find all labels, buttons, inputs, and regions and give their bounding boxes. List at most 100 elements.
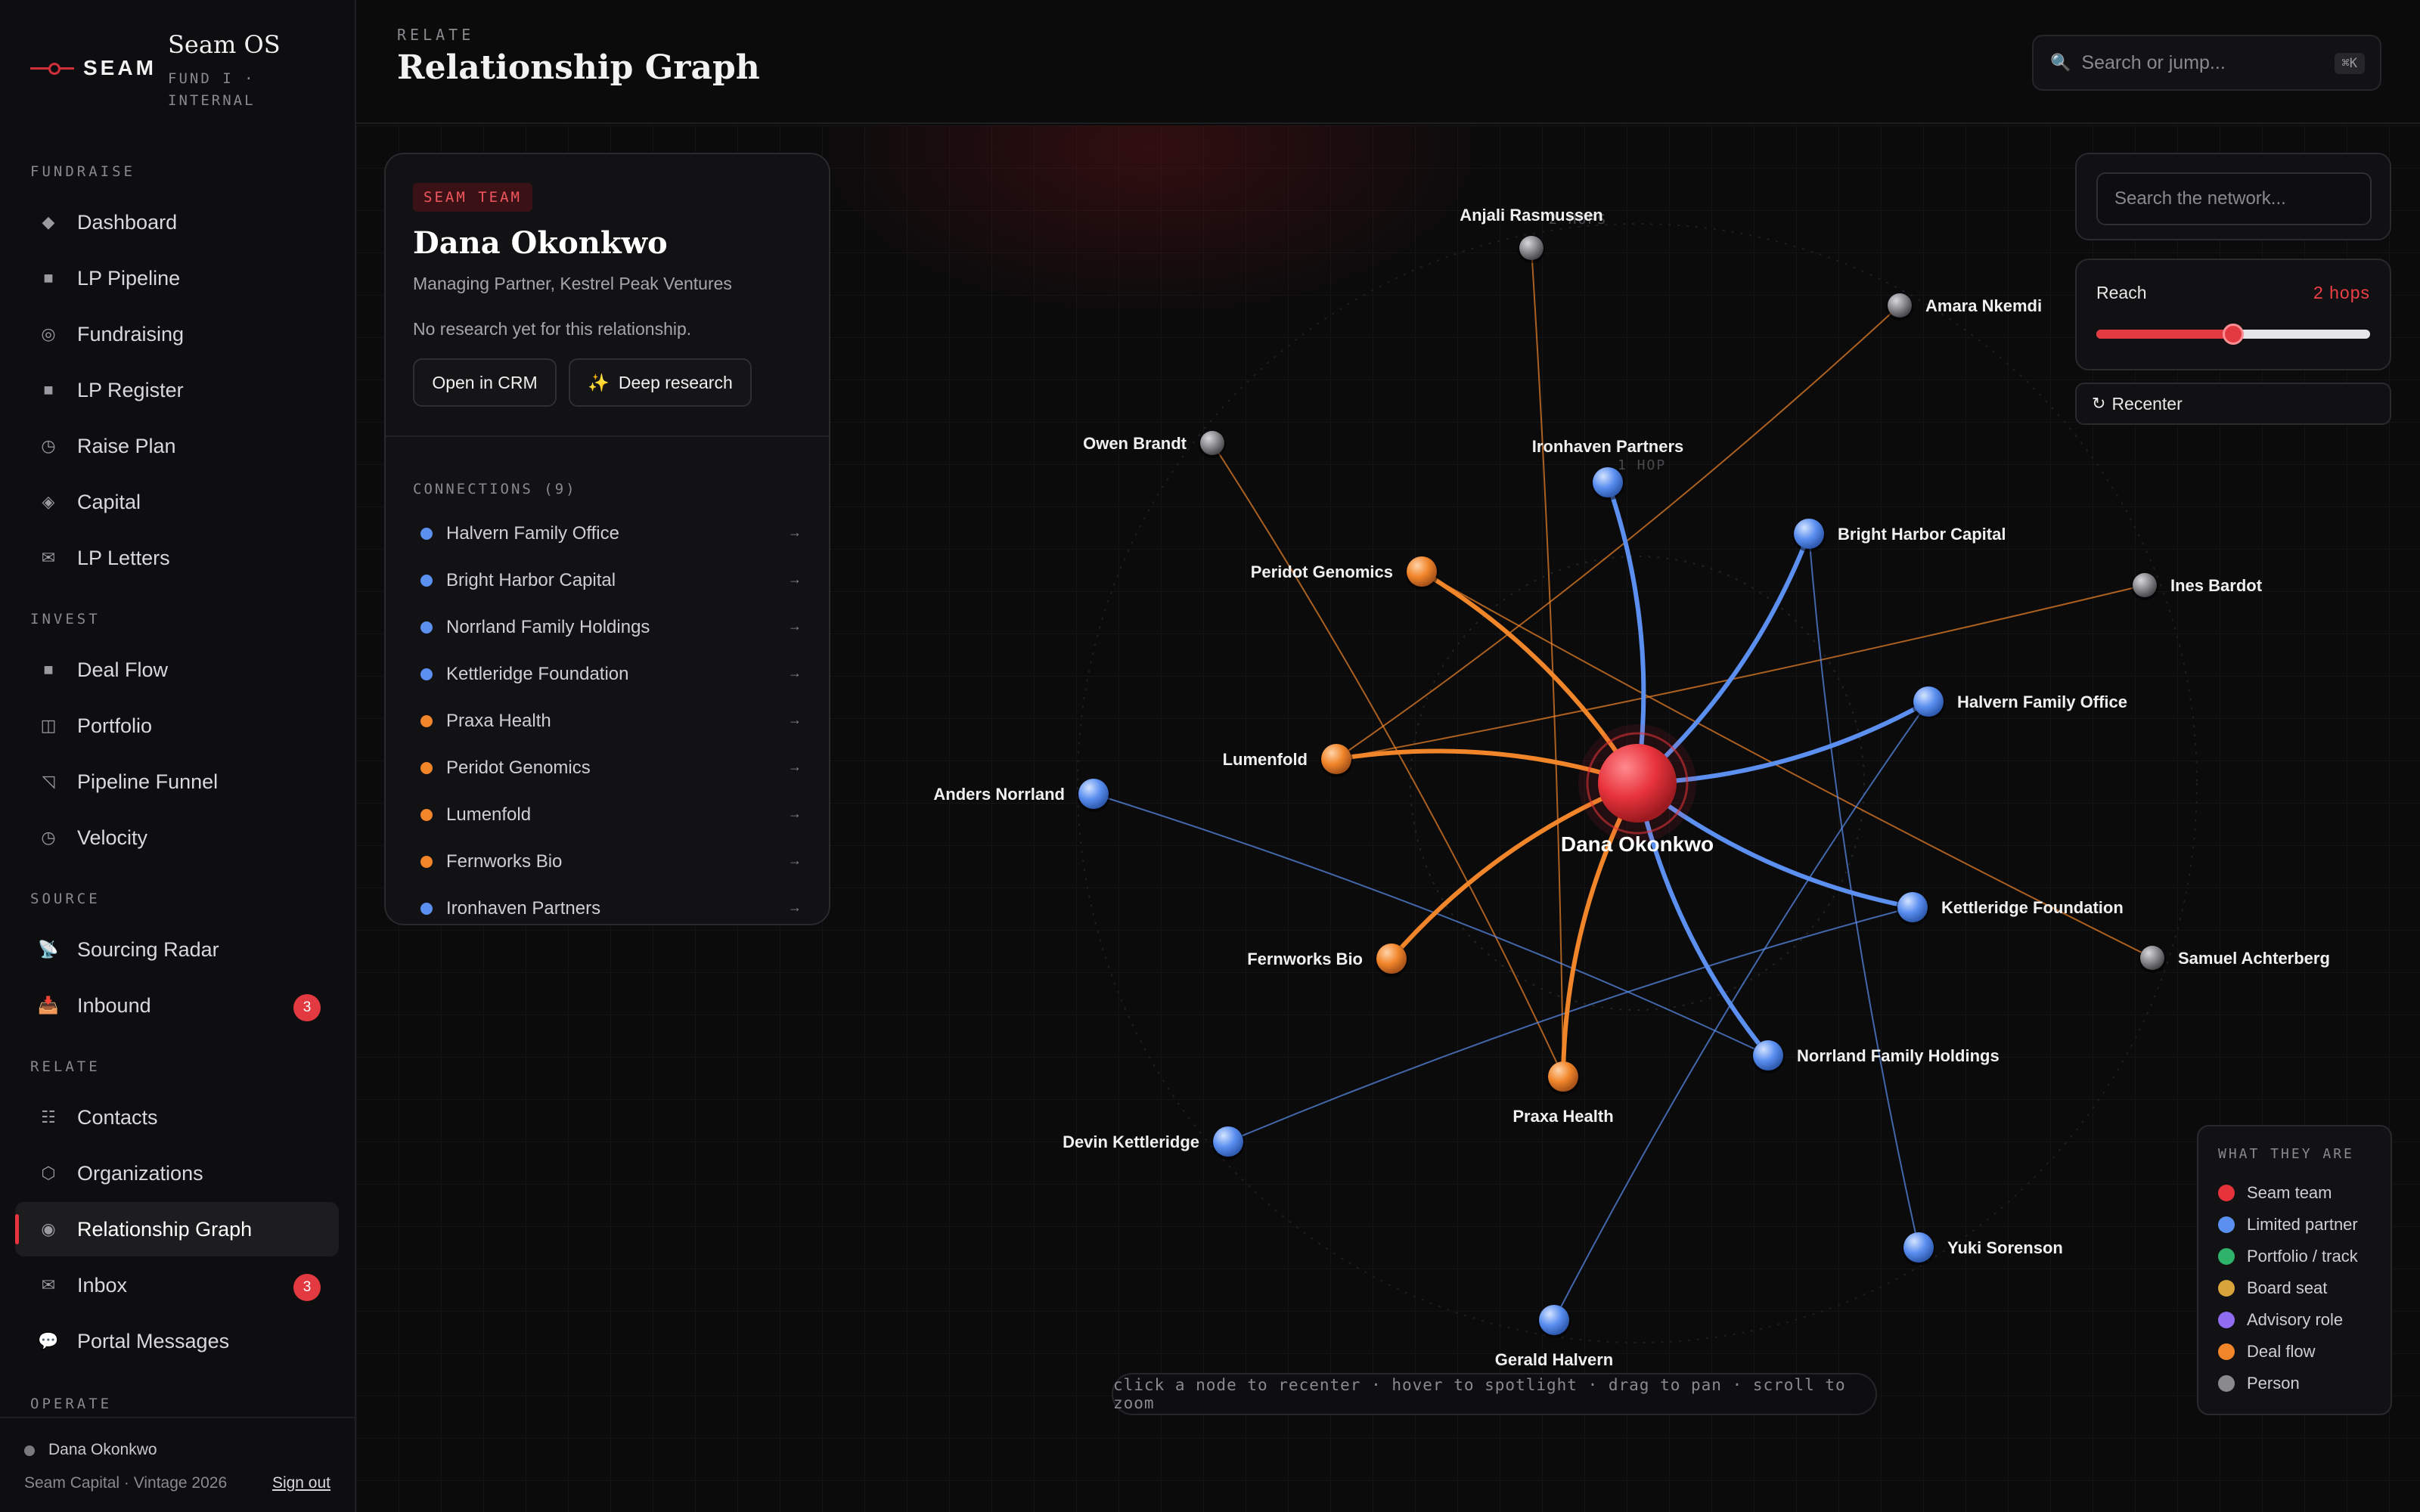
connection-label: Halvern Family Office xyxy=(446,523,619,544)
graph-node[interactable]: Halvern Family Office xyxy=(1912,686,2127,720)
connection-type-dot xyxy=(420,621,433,634)
open-in-crm-button[interactable]: Open in CRM xyxy=(413,358,557,407)
connection-item[interactable]: Kettleridge Foundation → xyxy=(413,652,806,697)
seam-team-tag: SEAM TEAM xyxy=(413,183,532,212)
connection-item[interactable]: Halvern Family Office → xyxy=(413,511,806,556)
logo-mark-icon xyxy=(30,62,74,75)
sidebar-item-velocity[interactable]: ◷ Velocity xyxy=(15,810,339,865)
node-label: Gerald Halvern xyxy=(1495,1350,1614,1369)
sidebar-item-pipeline-funnel[interactable]: ◹ Pipeline Funnel xyxy=(15,754,339,809)
diamond-outline-icon: ◈ xyxy=(42,492,55,511)
nav-section-operate: OPERATE xyxy=(30,1396,113,1412)
legend-item: Limited partner xyxy=(2218,1210,2358,1240)
legend-item: Deal flow xyxy=(2218,1337,2315,1367)
connection-item[interactable]: Praxa Health → xyxy=(413,699,806,744)
open-in-crm-label: Open in CRM xyxy=(432,372,538,392)
graph-node[interactable]: Gerald Halvern xyxy=(1495,1305,1614,1369)
node-lp-marker[interactable] xyxy=(1794,519,1824,549)
connection-item[interactable]: Peridot Genomics → xyxy=(413,745,806,791)
node-lp-marker[interactable] xyxy=(1593,467,1623,497)
sidebar-item-lp-pipeline[interactable]: ■ LP Pipeline xyxy=(15,251,339,305)
node-lp-marker[interactable] xyxy=(1078,779,1109,809)
sidebar-item-inbox[interactable]: ✉ Inbox 3 xyxy=(15,1258,339,1312)
graph-node[interactable]: Norrland Family Holdings xyxy=(1751,1040,2000,1074)
node-lp-marker[interactable] xyxy=(1213,1126,1243,1157)
node-person-marker[interactable] xyxy=(1519,236,1544,260)
node-person-marker[interactable] xyxy=(1888,293,1912,318)
node-deal-marker[interactable] xyxy=(1321,744,1351,774)
graph-node[interactable]: Praxa Health xyxy=(1512,1061,1614,1126)
brand: SEAM Seam OS FUND I · INTERNAL xyxy=(30,30,348,113)
node-person-marker[interactable] xyxy=(2140,946,2164,970)
graph-node[interactable]: Ines Bardot xyxy=(2131,573,2263,600)
center-node[interactable]: Dana Okonkwo xyxy=(1561,724,1714,856)
mail-icon: ✉ xyxy=(41,1275,56,1294)
node-label: Praxa Health xyxy=(1512,1107,1613,1126)
graph-node[interactable]: Owen Brandt xyxy=(1083,431,1226,458)
graph-canvas[interactable]: 2 HOPS 1 HOP Anjali Rasmussen Amara Nkemdi O… xyxy=(356,125,2420,1512)
sidebar-item-contacts[interactable]: ☷ Contacts xyxy=(15,1090,339,1145)
sidebar-item-deal-flow[interactable]: ■ Deal Flow xyxy=(15,643,339,697)
sidebar-item-portal-messages[interactable]: 💬 Portal Messages xyxy=(15,1314,339,1368)
node-label: Anders Norrland xyxy=(933,785,1065,804)
node-lp-marker[interactable] xyxy=(1753,1040,1783,1070)
connection-label: Praxa Health xyxy=(446,711,551,731)
graph-node[interactable]: Lumenfold xyxy=(1223,744,1353,777)
node-lp-marker[interactable] xyxy=(1903,1232,1934,1263)
node-deal-marker[interactable] xyxy=(1376,943,1407,974)
graph-node[interactable]: Anders Norrland xyxy=(933,779,1110,812)
contact-role: Managing Partner, Kestrel Peak Ventures xyxy=(413,274,732,293)
sidebar-item-lp-register[interactable]: ■ LP Register xyxy=(15,363,339,417)
arrow-right-icon: → xyxy=(788,806,802,821)
node-lp-marker[interactable] xyxy=(1539,1305,1569,1335)
sidebar-item-lp-letters[interactable]: ✉ LP Letters xyxy=(15,531,339,585)
graph-node[interactable]: Devin Kettleridge xyxy=(1063,1126,1245,1160)
connection-item[interactable]: Bright Harbor Capital → xyxy=(413,558,806,603)
node-label: Peridot Genomics xyxy=(1251,562,1393,581)
sidebar-item-sourcing-radar[interactable]: 📡 Sourcing Radar xyxy=(15,922,339,977)
connection-item[interactable]: Ironhaven Partners → xyxy=(413,886,806,924)
sidebar-item-portfolio[interactable]: ◫ Portfolio xyxy=(15,699,339,753)
sidebar: SEAM Seam OS FUND I · INTERNAL FUNDRAISE… xyxy=(0,0,356,1512)
graph-node[interactable]: Peridot Genomics xyxy=(1251,556,1438,590)
sign-out-link[interactable]: Sign out xyxy=(272,1474,330,1492)
unread-badge: 3 xyxy=(293,1274,321,1301)
graph-node[interactable]: Samuel Achterberg xyxy=(2139,946,2330,973)
node-lp-marker[interactable] xyxy=(1913,686,1944,717)
node-deal-marker[interactable] xyxy=(1548,1061,1578,1092)
graph-node[interactable]: Bright Harbor Capital xyxy=(1792,519,2006,552)
node-person-marker[interactable] xyxy=(1200,431,1224,455)
node-seam-marker[interactable] xyxy=(1598,744,1677,823)
sidebar-item-relationship-graph[interactable]: ◉ Relationship Graph xyxy=(15,1202,339,1256)
node-deal-marker[interactable] xyxy=(1407,556,1437,587)
sidebar-item-fundraising[interactable]: ◎ Fundraising xyxy=(15,307,339,361)
connection-item[interactable]: Fernworks Bio → xyxy=(413,839,806,885)
seam-logo[interactable]: SEAM xyxy=(30,56,157,80)
graph-node[interactable]: Amara Nkemdi xyxy=(1886,293,2042,321)
sidebar-item-inbound[interactable]: 📥 Inbound 3 xyxy=(15,978,339,1033)
connection-type-dot xyxy=(420,575,433,587)
graph-node[interactable]: Kettleridge Foundation xyxy=(1896,892,2124,925)
arrow-right-icon: → xyxy=(788,900,802,915)
connection-type-dot xyxy=(420,528,433,540)
global-search-input[interactable]: 🔍 Search or jump... ⌘K xyxy=(2032,35,2381,91)
reach-slider-thumb[interactable] xyxy=(2223,324,2244,345)
sidebar-item-raise-plan[interactable]: ◷ Raise Plan xyxy=(15,419,339,473)
node-lp-marker[interactable] xyxy=(1897,892,1928,922)
graph-node[interactable]: Yuki Sorenson xyxy=(1902,1232,2063,1266)
graph-node[interactable]: Fernworks Bio xyxy=(1247,943,1408,977)
square-icon: ■ xyxy=(43,268,54,287)
sidebar-item-capital[interactable]: ◈ Capital xyxy=(15,475,339,529)
sidebar-item-organizations[interactable]: ⬡ Organizations xyxy=(15,1146,339,1201)
node-person-marker[interactable] xyxy=(2133,573,2157,597)
connection-type-dot xyxy=(420,903,433,915)
graph-node[interactable]: Anjali Rasmussen xyxy=(1460,206,1603,263)
reach-slider[interactable] xyxy=(2096,324,2370,345)
connection-item[interactable]: Lumenfold → xyxy=(413,792,806,838)
legend-label: Portfolio / track xyxy=(2247,1247,2358,1266)
recenter-button[interactable]: ↻ Recenter xyxy=(2075,383,2391,425)
connection-item[interactable]: Norrland Family Holdings → xyxy=(413,605,806,650)
network-search-input[interactable]: Search the network... xyxy=(2096,172,2372,225)
sidebar-item-dashboard[interactable]: ◆ Dashboard xyxy=(15,195,339,249)
deep-research-button[interactable]: ✨ Deep research xyxy=(569,358,752,407)
